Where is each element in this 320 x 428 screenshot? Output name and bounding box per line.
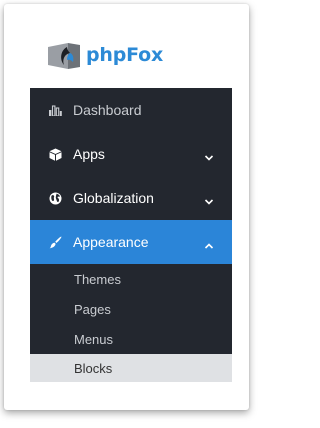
bar-chart-icon (48, 103, 62, 117)
submenu-item-label: Blocks (74, 360, 113, 376)
sidebar-card: phpFox Dashboard Apps Globalization Appe… (4, 4, 249, 410)
submenu-item-label: Pages (74, 301, 111, 317)
brand-logo[interactable]: phpFox (46, 38, 163, 72)
phpfox-logo-icon (46, 39, 82, 71)
submenu-item-label: Themes (74, 271, 121, 287)
paint-brush-icon (48, 235, 62, 249)
sidebar-item-dashboard[interactable]: Dashboard (30, 88, 232, 132)
sidebar-item-globalization[interactable]: Globalization (30, 176, 232, 220)
sidebar-item-apps[interactable]: Apps (30, 132, 232, 176)
sidebar-item-label: Dashboard (73, 102, 142, 118)
chevron-down-icon[interactable] (204, 149, 214, 161)
admin-sidebar-menu: Dashboard Apps Globalization Appearance … (30, 88, 232, 382)
submenu-item-label: Menus (74, 331, 114, 347)
sidebar-item-appearance[interactable]: Appearance (30, 220, 232, 264)
cube-icon (48, 147, 62, 161)
submenu-item-themes[interactable]: Themes (30, 264, 232, 294)
submenu-item-menus[interactable]: Menus (30, 324, 232, 354)
chevron-up-icon[interactable] (204, 237, 214, 249)
sidebar-item-label: Apps (73, 146, 105, 162)
brand-name: phpFox (86, 44, 164, 66)
submenu-item-pages[interactable]: Pages (30, 294, 232, 324)
sidebar-item-label: Globalization (73, 190, 154, 206)
sidebar-item-label: Appearance (73, 234, 149, 250)
globe-icon (48, 191, 62, 205)
chevron-down-icon[interactable] (204, 193, 214, 205)
submenu-item-blocks[interactable]: Blocks (30, 354, 232, 382)
